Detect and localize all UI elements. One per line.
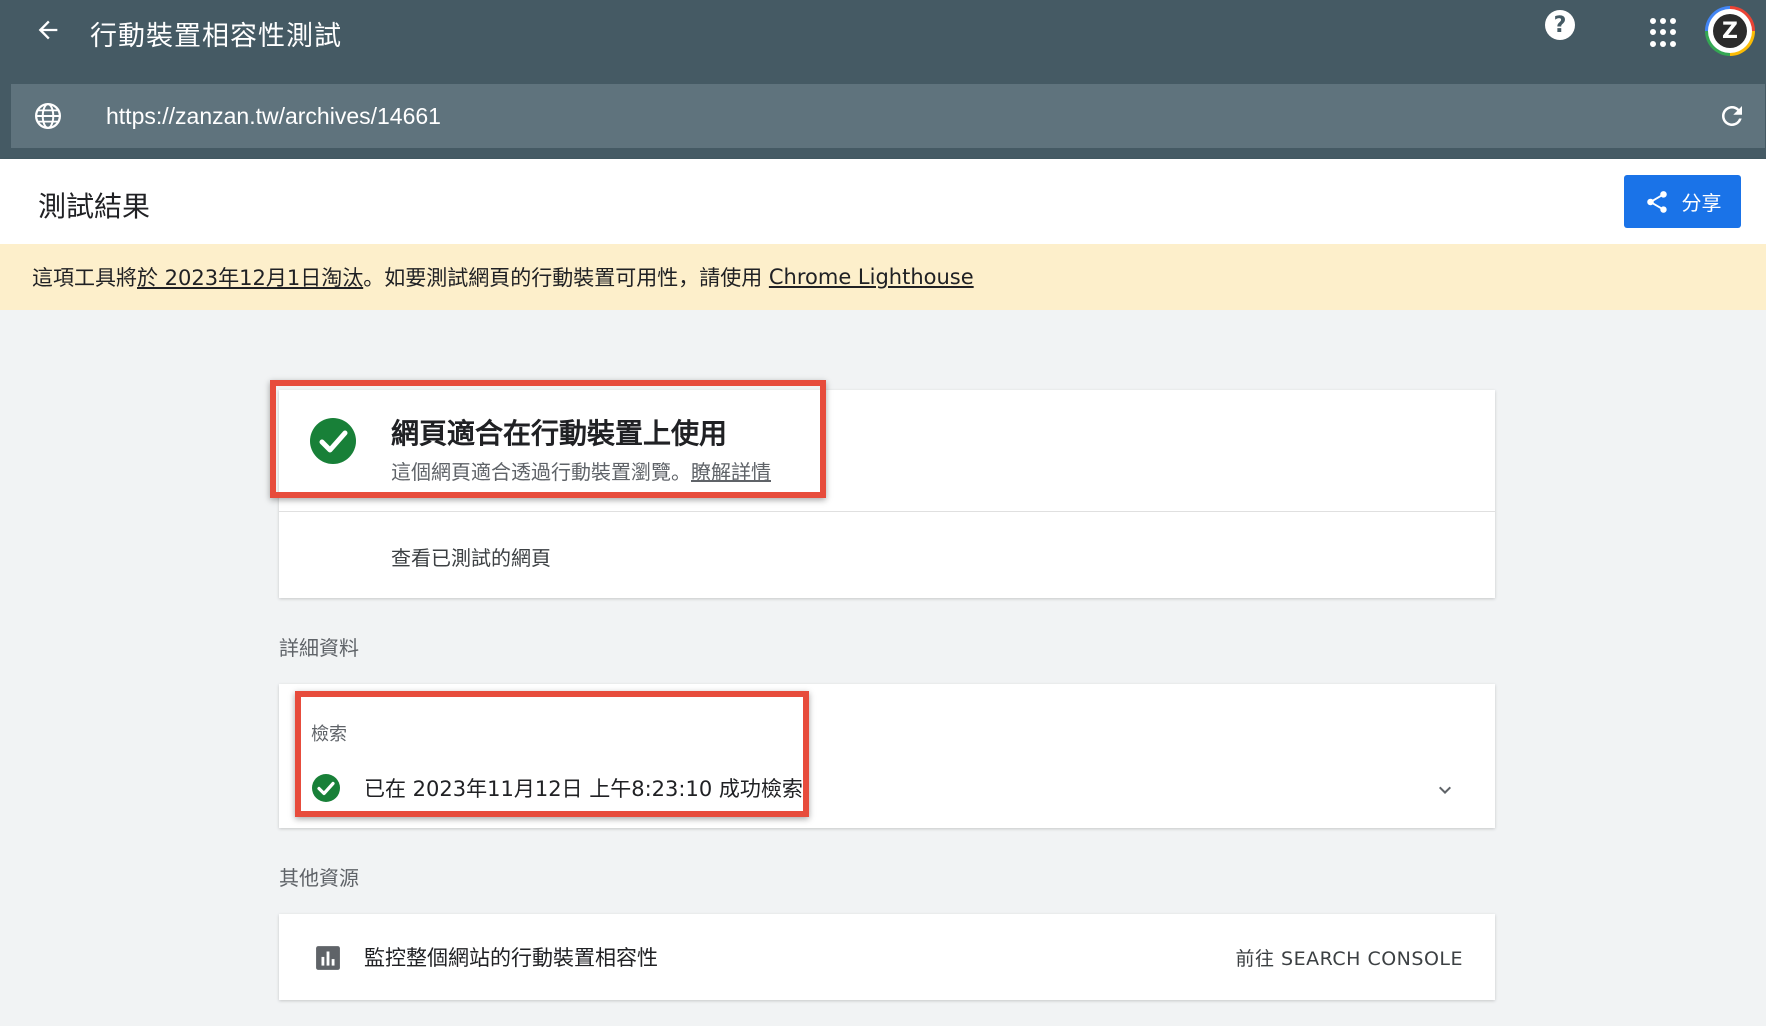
avatar-letter: Z: [1713, 14, 1747, 48]
help-icon[interactable]: ?: [1545, 10, 1575, 40]
banner-text-middle: 。如要測試網頁的行動裝置可用性，請使用: [363, 266, 769, 290]
top-app-bar: 行動裝置相容性測試 ? Z: [0, 0, 1766, 159]
share-icon: [1646, 190, 1667, 213]
chevron-down-icon[interactable]: [1433, 778, 1457, 802]
learn-more-link[interactable]: 瞭解詳情: [691, 460, 771, 484]
deprecation-banner: 這項工具將於 2023年12月1日淘汰 。如要測試網頁的行動裝置可用性，請使用 C…: [0, 244, 1766, 310]
avatar[interactable]: Z: [1705, 6, 1755, 56]
banner-text-before: 這項工具將: [32, 266, 137, 290]
main-result: 網頁適合在行動裝置上使用 這個網頁適合透過行動裝置瀏覽。瞭解詳情: [279, 390, 1495, 512]
share-label: 分享: [1681, 191, 1722, 215]
chrome-lighthouse-link[interactable]: Chrome Lighthouse: [769, 265, 974, 289]
page-title: 測試結果: [38, 190, 151, 223]
globe-icon: [35, 103, 61, 129]
apps-grid-icon[interactable]: [1650, 18, 1680, 48]
result-subtitle-text: 這個網頁適合透過行動裝置瀏覽。: [391, 460, 691, 484]
app-title: 行動裝置相容性測試: [90, 21, 342, 52]
back-arrow-icon[interactable]: [30, 12, 66, 48]
crawl-label: 檢索: [311, 724, 347, 745]
main-result-card: 網頁適合在行動裝置上使用 這個網頁適合透過行動裝置瀏覽。瞭解詳情 查看已測試的網…: [279, 390, 1495, 598]
resource-text: 監控整個網站的行動裝置相容性: [364, 946, 658, 970]
share-button[interactable]: 分享: [1624, 175, 1741, 228]
search-console-resource-card: 監控整個網站的行動裝置相容性 前往 SEARCH CONSOLE: [279, 914, 1495, 1000]
result-title: 網頁適合在行動裝置上使用: [391, 417, 728, 450]
url-bar: [11, 84, 1765, 148]
result-subtitle: 這個網頁適合透過行動裝置瀏覽。瞭解詳情: [391, 456, 771, 485]
refresh-icon[interactable]: [1717, 101, 1747, 131]
bar-chart-icon: [316, 946, 340, 970]
deprecation-date-link[interactable]: 於 2023年12月1日淘汰: [137, 262, 363, 292]
go-to-search-console-link[interactable]: 前往 SEARCH CONSOLE: [1236, 944, 1464, 971]
view-tested-page-button[interactable]: 查看已測試的網頁: [391, 542, 551, 571]
resources-section-title: 其他資源: [279, 866, 359, 890]
crawl-details-card[interactable]: 檢索 已在 2023年11月12日 上午8:23:10 成功檢索: [279, 684, 1495, 828]
details-section-title: 詳細資料: [279, 636, 359, 660]
check-circle-icon: [312, 774, 340, 802]
results-header: 測試結果 分享: [0, 159, 1766, 244]
crawl-status: 已在 2023年11月12日 上午8:23:10 成功檢索: [364, 777, 803, 801]
check-circle-icon: [310, 418, 356, 464]
url-input[interactable]: [106, 96, 1666, 136]
